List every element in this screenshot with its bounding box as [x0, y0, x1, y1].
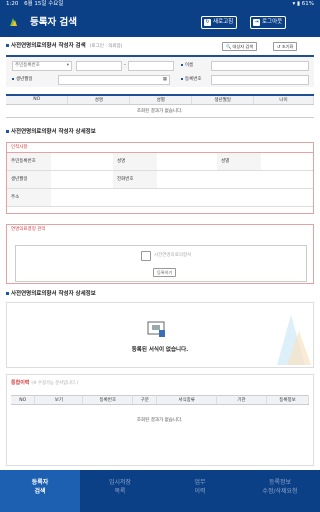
field-label: 전화번호: [113, 171, 157, 189]
signature-header: 연명의료결정 관리: [11, 227, 46, 232]
field-value: [157, 171, 313, 189]
empty-message: 조회된 결과가 없습니다.: [136, 417, 183, 423]
name-label: 이름: [181, 61, 193, 71]
detail2-section-title: 사전연명의료의향서 작성자 상세정보: [6, 290, 96, 298]
person-info-box: 인적사항 주민등록번호 성명 성별 생년월일 전화번호 주소: [6, 142, 314, 214]
app-header: 등록자 검색 ↻ 새로고침 ⇥ 로그아웃: [0, 8, 320, 37]
tab-temp-saved-list[interactable]: 임시저장 목록: [80, 470, 160, 512]
register-button[interactable]: 등록하기: [153, 268, 177, 277]
field-label: 주소: [7, 189, 51, 207]
detail-section-title: 사전연명의료의향서 작성자 상세정보: [6, 128, 96, 136]
field-label: 성명: [113, 153, 157, 171]
logout-label: 로그아웃: [262, 19, 283, 25]
id-back-input[interactable]: [128, 61, 174, 71]
id-front-input[interactable]: [76, 61, 122, 71]
search-row-id: 주민등록번호 ▾ - 이름: [6, 59, 314, 73]
person-info-grid: 주민등록번호 성명 성별 생년월일 전화번호 주소: [7, 153, 313, 207]
result-table: NO 성명 성별 생년월일 나이 조회된 결과가 없습니다.: [6, 94, 314, 118]
column-header: 구분: [132, 395, 158, 405]
logout-button[interactable]: ⇥ 로그아웃: [250, 16, 287, 29]
column-header: 나이: [253, 95, 314, 105]
search-section-title: 사전연명의료의향서 작성자 검색 (로그인 : 의뢰업): [6, 42, 122, 51]
column-header: 등록정보: [266, 395, 309, 405]
document-icon: [147, 321, 165, 337]
column-header: 생년월일: [191, 95, 255, 105]
section-bullet-icon: [6, 130, 9, 133]
reset-button[interactable]: ↺ 초기화: [273, 42, 298, 51]
section-bullet-icon: [6, 44, 9, 47]
no-form-message: 등록된 서식이 없습니다.: [131, 347, 189, 353]
id-type-select[interactable]: 주민등록번호 ▾: [12, 61, 72, 71]
field-value: [157, 153, 217, 171]
calendar-icon[interactable]: ▦: [163, 76, 167, 84]
tab-registrant-search[interactable]: 등록자 검색: [0, 470, 80, 512]
chevron-down-icon: ▾: [66, 63, 69, 68]
field-value: [51, 153, 113, 171]
column-header: 보기: [34, 395, 84, 405]
field-value: [51, 189, 313, 207]
column-header: 성명: [67, 95, 131, 105]
status-icons: ▾ ▮ 61%: [292, 1, 314, 7]
tab-work-history[interactable]: 업무 이력: [160, 470, 240, 512]
logout-icon: ⇥: [253, 19, 260, 26]
field-value: [51, 171, 113, 189]
name-input[interactable]: [211, 61, 309, 71]
refresh-icon: ↻: [204, 19, 211, 26]
section-bullet-icon: [6, 292, 9, 295]
column-header: 등록번호: [82, 395, 134, 405]
field-label: 주민등록번호: [7, 153, 51, 171]
column-header: 서식종류: [156, 395, 218, 405]
app-logo-icon: [10, 18, 17, 26]
field-label: 성별: [217, 153, 261, 171]
refresh-label: 새로고침: [213, 19, 234, 25]
empty-message: 조회된 결과가 없습니다.: [6, 104, 314, 118]
field-value: [261, 153, 313, 171]
signature-placeholder: 사전연명의료의향서: [154, 253, 192, 258]
status-bar: 1:20 6월 15일 수요일 ▾ ▮ 61%: [0, 0, 320, 8]
column-header: NO: [6, 95, 69, 105]
field-label: 생년월일: [7, 171, 51, 189]
target-search-button[interactable]: 🔍 대상자 검색: [222, 42, 258, 51]
person-info-header: 인적사항: [7, 143, 313, 153]
signature-box: 연명의료결정 관리 사전연명의료의향서 등록하기: [6, 224, 314, 284]
history-panel: 통합이력 (※ 수정가능 문서입니다.) NO 보기 등록번호 구분 서식종류 기…: [6, 374, 314, 466]
search-form: 주민등록번호 ▾ - 이름 생년월일 ▦ 등록번호: [6, 55, 314, 87]
reg-no-label: 등록번호: [181, 75, 202, 85]
status-date: 6월 15일 수요일: [24, 1, 64, 7]
history-title: 통합이력 (※ 수정가능 문서입니다.): [11, 380, 79, 386]
form-empty-panel: 등록된 서식이 없습니다.: [6, 302, 314, 368]
history-table: NO 보기 등록번호 구분 서식종류 기관 등록정보 조회된 결과가 없습니다.: [11, 395, 309, 435]
search-row-birth: 생년월일 ▦ 등록번호: [6, 73, 314, 87]
bottom-tab-bar: 등록자 검색 임시저장 목록 업무 이력 등록정보 수정/삭제요청: [0, 470, 320, 512]
watermark-logo-icon: [277, 315, 311, 365]
document-edit-icon: [141, 251, 151, 261]
signature-area: 사전연명의료의향서 등록하기: [15, 245, 307, 282]
column-header: 기관: [216, 395, 268, 405]
tab-edit-request[interactable]: 등록정보 수정/삭제요청: [240, 470, 320, 512]
status-time: 1:20: [6, 1, 19, 7]
birth-label: 생년월일: [12, 75, 33, 85]
birth-input[interactable]: ▦: [58, 75, 170, 85]
column-header: 성별: [129, 95, 193, 105]
refresh-button[interactable]: ↻ 새로고침: [201, 16, 238, 29]
reg-no-input[interactable]: [211, 75, 309, 85]
column-header: NO: [11, 395, 36, 405]
page-title: 등록자 검색: [30, 17, 78, 28]
